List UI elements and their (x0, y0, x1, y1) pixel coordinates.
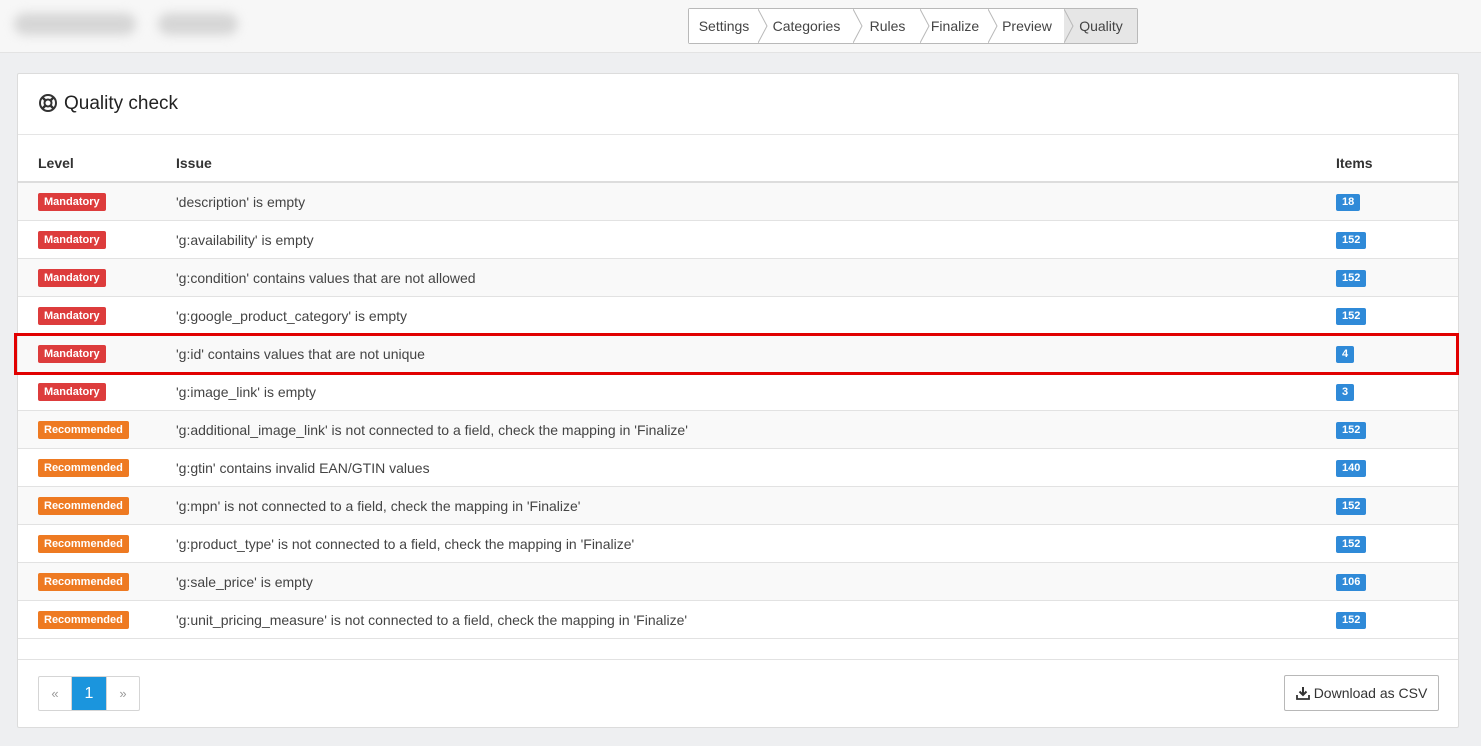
recommended-badge: Recommended (38, 573, 129, 591)
pagination-prev-button[interactable]: « (39, 677, 72, 710)
chevron-divider-icon (920, 9, 930, 43)
recommended-badge: Recommended (38, 497, 129, 515)
recommended-badge: Recommended (38, 535, 129, 553)
issues-table-body: Mandatory'description' is empty 18 Mandato… (18, 183, 1458, 639)
pagination-next-button[interactable]: » (106, 677, 139, 710)
step-settings[interactable]: Settings (689, 9, 768, 43)
top-bar: Settings Categories Rules Finalize Previ… (0, 0, 1481, 53)
items-count-badge[interactable]: 140 (1336, 460, 1367, 477)
items-count-badge[interactable]: 3 (1336, 384, 1355, 401)
issue-text: 'g:condition' contains values that are n… (176, 270, 476, 286)
step-label: Preview (1002, 18, 1052, 34)
table-header: Level Issue Items (18, 135, 1458, 183)
recommended-badge: Recommended (38, 611, 129, 629)
issue-text: 'description' is empty (176, 194, 306, 210)
items-count-badge[interactable]: 106 (1336, 574, 1367, 591)
table-row: Mandatory 'g:availability' is empty 152 (18, 221, 1458, 259)
panel-header: Quality check (18, 74, 1458, 135)
items-count-badge[interactable]: 152 (1336, 270, 1367, 287)
quality-check-panel: Quality check Level Issue Items Mandator… (17, 73, 1459, 728)
items-count-badge[interactable]: 152 (1336, 536, 1367, 553)
items-count-badge[interactable]: 18 (1336, 194, 1361, 211)
issue-text: 'g:id' contains values that are not uniq… (176, 346, 425, 362)
step-quality[interactable]: Quality (1065, 9, 1137, 43)
table-row: Mandatory 'g:image_link' is empty 3 (18, 373, 1458, 411)
mandatory-badge: Mandatory (38, 193, 106, 211)
items-count-badge[interactable]: 152 (1336, 498, 1367, 515)
items-count-badge[interactable]: 4 (1336, 346, 1355, 363)
step-label: Finalize (930, 18, 980, 34)
step-label: Settings (698, 18, 750, 34)
panel-footer: « 1 » Download as CSV (18, 659, 1458, 727)
step-categories[interactable]: Categories (759, 9, 863, 43)
issue-text: 'g:sale_price' is empty (176, 574, 313, 590)
step-label: Quality (1079, 18, 1123, 34)
table-row: Mandatory 'g:google_product_category' is … (18, 297, 1458, 335)
table-row: Recommended 'g:gtin' contains invalid EAN… (18, 449, 1458, 487)
step-label: Rules (869, 18, 906, 34)
issue-text: 'g:unit_pricing_measure' is not connecte… (176, 612, 688, 628)
table-row: Recommended 'g:mpn' is not connected to a… (18, 487, 1458, 525)
issue-text: 'g:product_type' is not connected to a f… (176, 536, 635, 552)
mandatory-badge: Mandatory (38, 269, 106, 287)
step-rules[interactable]: Rules (854, 9, 930, 43)
pagination-page-1[interactable]: 1 (72, 677, 106, 710)
column-header-items[interactable]: Items (1336, 155, 1373, 171)
download-csv-label: Download as CSV (1313, 685, 1428, 701)
step-preview[interactable]: Preview (989, 9, 1074, 43)
table-row: Recommended 'g:product_type' is not conne… (18, 525, 1458, 563)
issue-text: 'g:gtin' contains invalid EAN/GTIN value… (176, 460, 430, 476)
step-finalize[interactable]: Finalize (921, 9, 998, 43)
chevron-divider-icon (1064, 9, 1074, 43)
items-count-badge[interactable]: 152 (1336, 232, 1367, 249)
chevron-divider-icon (758, 9, 768, 43)
column-header-issue[interactable]: Issue (176, 155, 212, 171)
download-csv-button[interactable]: Download as CSV (1284, 675, 1439, 711)
mandatory-badge: Mandatory (38, 383, 106, 401)
chevron-divider-icon (853, 9, 863, 43)
blurred-breadcrumb (158, 13, 238, 35)
issue-text: 'g:mpn' is not connected to a field, che… (176, 498, 581, 514)
mandatory-badge: Mandatory (38, 345, 106, 363)
table-row: Recommended 'g:unit_pricing_measure' is n… (18, 601, 1458, 639)
table-row: Mandatory 'g:id' contains values that are… (18, 335, 1458, 373)
column-header-level[interactable]: Level (38, 155, 74, 171)
items-count-badge[interactable]: 152 (1336, 422, 1367, 439)
table-row: Mandatory 'g:condition' contains values t… (18, 259, 1458, 297)
issue-text: 'g:image_link' is empty (176, 384, 316, 400)
blurred-breadcrumb (14, 13, 136, 35)
pagination: « 1 » (38, 676, 140, 711)
chevron-divider-icon (988, 9, 998, 43)
recommended-badge: Recommended (38, 459, 129, 477)
mandatory-badge: Mandatory (38, 231, 106, 249)
table-row: Mandatory 'description' is empty 18 (18, 183, 1458, 221)
issue-text: 'g:google_product_category' is empty (176, 308, 408, 324)
panel-title: Quality check (64, 93, 179, 114)
issue-text: 'g:additional_image_link' is not connect… (176, 422, 688, 438)
wizard-steps: Settings Categories Rules Finalize Previ… (688, 8, 1138, 44)
table-row: Recommended 'g:additional_image_link' is … (18, 411, 1458, 449)
items-count-badge[interactable]: 152 (1336, 612, 1367, 629)
step-label: Categories (772, 18, 841, 34)
mandatory-badge: Mandatory (38, 307, 106, 325)
items-count-badge[interactable]: 152 (1336, 308, 1367, 325)
table-row: Recommended 'g:sale_price' is empty 106 (18, 563, 1458, 601)
download-icon (1295, 687, 1310, 700)
issue-text: 'g:availability' is empty (176, 232, 314, 248)
recommended-badge: Recommended (38, 421, 129, 439)
lifebuoy-icon (39, 94, 57, 112)
